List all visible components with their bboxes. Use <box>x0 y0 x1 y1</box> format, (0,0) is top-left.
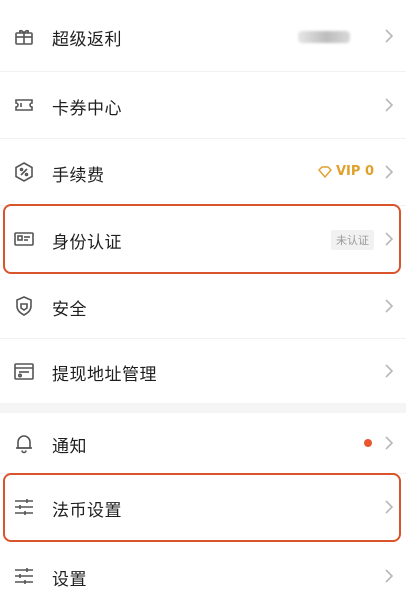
blurred-value <box>298 31 350 43</box>
verification-status-badge: 未认证 <box>331 230 374 250</box>
section-separator <box>0 403 406 413</box>
menu-item-security[interactable]: 安全 <box>0 274 406 338</box>
menu-item-super-rebate[interactable]: 超级返利 <box>0 6 406 66</box>
vip-level-badge: VIP 0 <box>318 164 374 179</box>
shield-icon <box>12 294 36 318</box>
menu-item-settings[interactable]: 设置 <box>0 544 406 604</box>
address-book-icon <box>12 359 36 383</box>
chevron-right-icon <box>385 98 394 112</box>
menu-item-withdraw-address[interactable]: 提现地址管理 <box>0 339 406 403</box>
chevron-right-icon <box>385 232 394 246</box>
menu-label-identity: 身份认证 <box>52 233 122 253</box>
vip-level-text: VIP 0 <box>336 164 374 179</box>
menu-label-notifications: 通知 <box>52 437 87 457</box>
sliders-icon <box>12 564 36 588</box>
menu-item-card-center[interactable]: 卡券中心 <box>0 72 406 138</box>
chevron-right-icon <box>385 299 394 313</box>
chevron-right-icon <box>385 436 394 450</box>
menu-label-fiat-settings: 法币设置 <box>52 501 122 521</box>
chevron-right-icon <box>385 569 394 583</box>
menu-item-fiat-settings[interactable]: 法币设置 <box>0 474 406 540</box>
menu-label-withdraw-address: 提现地址管理 <box>52 365 157 385</box>
menu-label-fees: 手续费 <box>52 166 105 186</box>
menu-label-settings: 设置 <box>52 570 87 590</box>
chevron-right-icon <box>385 364 394 378</box>
menu-item-fees[interactable]: 手续费 VIP 0 <box>0 139 406 205</box>
ticket-icon <box>12 93 36 117</box>
bell-icon <box>12 431 36 455</box>
percent-icon <box>12 160 36 184</box>
account-menu-page: 超级返利 卡券中心 手续费 VIP 0 身份认证 未认证 安全 提现地址管理 通… <box>0 0 406 604</box>
unread-dot <box>364 439 372 447</box>
chevron-right-icon <box>385 165 394 179</box>
menu-label-super-rebate: 超级返利 <box>52 30 122 50</box>
menu-item-identity[interactable]: 身份认证 未认证 <box>0 206 406 272</box>
chevron-right-icon <box>385 500 394 514</box>
gift-icon <box>12 24 36 48</box>
menu-label-security: 安全 <box>52 300 87 320</box>
id-card-icon <box>12 227 36 251</box>
menu-label-card-center: 卡券中心 <box>52 99 122 119</box>
chevron-right-icon <box>385 29 394 43</box>
menu-item-notifications[interactable]: 通知 <box>0 413 406 473</box>
sliders-icon <box>12 495 36 519</box>
diamond-icon <box>318 165 332 178</box>
